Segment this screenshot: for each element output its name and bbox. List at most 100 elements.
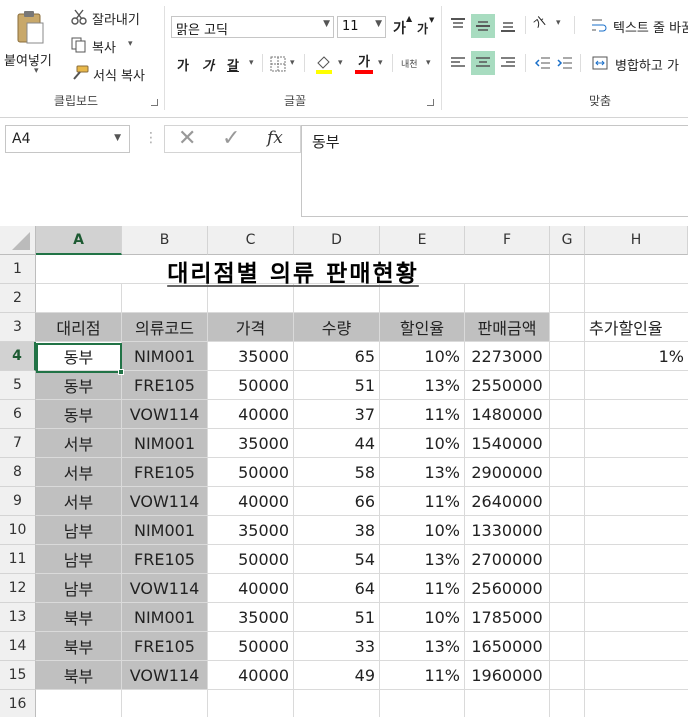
cell[interactable] [585, 516, 688, 545]
column-header-e[interactable]: E [380, 226, 465, 255]
cell[interactable] [122, 284, 208, 313]
table-cell[interactable]: 13% [380, 371, 465, 400]
table-cell[interactable]: 13% [380, 458, 465, 487]
increase-indent-icon[interactable] [555, 53, 575, 73]
table-cell[interactable]: 1480000 [465, 400, 550, 429]
table-cell[interactable]: VOW114 [122, 574, 208, 603]
row-header-15[interactable]: 15 [0, 661, 36, 690]
cell[interactable] [550, 545, 585, 574]
copy-icon[interactable] [70, 36, 88, 54]
table-cell[interactable]: 13% [380, 545, 465, 574]
font-color-icon[interactable]: 가 [352, 52, 376, 76]
italic-button[interactable]: 가 [202, 55, 214, 74]
column-header-a[interactable]: A [36, 226, 122, 255]
table-cell[interactable]: 51 [294, 371, 380, 400]
orientation-dropdown-icon[interactable]: ▾ [556, 18, 561, 28]
table-cell[interactable]: 40000 [208, 574, 294, 603]
cell[interactable] [585, 690, 688, 717]
table-cell[interactable]: VOW114 [122, 400, 208, 429]
cell[interactable] [208, 690, 294, 717]
cell[interactable] [294, 690, 380, 717]
cell[interactable] [550, 574, 585, 603]
name-box[interactable]: A4 ▼ [5, 125, 130, 153]
fill-color-dropdown-icon[interactable]: ▾ [338, 58, 343, 68]
copy-dropdown-icon[interactable]: ▾ [128, 39, 133, 49]
table-cell[interactable]: 51 [294, 603, 380, 632]
table-cell[interactable]: 50000 [208, 545, 294, 574]
column-header-f[interactable]: F [465, 226, 550, 255]
table-cell[interactable]: 1540000 [465, 429, 550, 458]
row-header-1[interactable]: 1 [0, 255, 36, 284]
table-cell[interactable]: 남부 [36, 574, 122, 603]
table-cell[interactable]: 1330000 [465, 516, 550, 545]
table-cell[interactable]: FRE105 [122, 458, 208, 487]
table-cell[interactable]: 50000 [208, 632, 294, 661]
column-header-c[interactable]: C [208, 226, 294, 255]
table-cell[interactable]: 북부 [36, 661, 122, 690]
table-cell[interactable]: 40000 [208, 400, 294, 429]
table-cell[interactable]: NIM001 [122, 429, 208, 458]
table-cell[interactable]: 35000 [208, 429, 294, 458]
cell[interactable] [585, 429, 688, 458]
table-cell[interactable]: 33 [294, 632, 380, 661]
cell[interactable] [380, 690, 465, 717]
align-bottom-icon[interactable] [497, 14, 519, 36]
cell[interactable] [550, 400, 585, 429]
borders-dropdown-icon[interactable]: ▾ [290, 58, 295, 68]
table-cell[interactable]: NIM001 [122, 603, 208, 632]
table-cell[interactable]: 2273000 [465, 342, 550, 371]
table-cell[interactable]: 38 [294, 516, 380, 545]
row-header-5[interactable]: 5 [0, 371, 36, 400]
table-cell[interactable]: NIM001 [122, 516, 208, 545]
cell[interactable] [550, 487, 585, 516]
cell[interactable] [550, 429, 585, 458]
table-cell[interactable]: 35000 [208, 342, 294, 371]
align-top-icon[interactable] [447, 14, 469, 36]
table-cell[interactable]: 서부 [36, 458, 122, 487]
table-cell[interactable]: 13% [380, 632, 465, 661]
table-cell[interactable]: 11% [380, 574, 465, 603]
table-cell[interactable]: 40000 [208, 487, 294, 516]
table-cell[interactable]: 1785000 [465, 603, 550, 632]
table-cell[interactable]: FRE105 [122, 545, 208, 574]
cancel-icon[interactable]: ✕ [178, 126, 196, 151]
extra-discount-value[interactable]: 1% [585, 342, 688, 371]
cell[interactable] [585, 284, 688, 313]
copy-button[interactable]: 복사 [92, 37, 116, 56]
grow-font-button[interactable]: 가 [393, 18, 406, 38]
insert-function-button[interactable]: fx [267, 128, 283, 148]
table-cell[interactable]: 북부 [36, 632, 122, 661]
cell[interactable] [550, 516, 585, 545]
table-cell[interactable]: 북부 [36, 603, 122, 632]
row-header-13[interactable]: 13 [0, 603, 36, 632]
cell[interactable] [550, 284, 585, 313]
format-painter-icon[interactable] [70, 64, 90, 82]
table-cell[interactable]: 2550000 [465, 371, 550, 400]
row-header-11[interactable]: 11 [0, 545, 36, 574]
table-cell[interactable]: 11% [380, 487, 465, 516]
table-cell[interactable]: 44 [294, 429, 380, 458]
table-cell[interactable]: 동부 [36, 400, 122, 429]
cut-button[interactable]: 잘라내기 [92, 9, 140, 28]
cell[interactable] [550, 255, 585, 284]
table-cell[interactable]: 50000 [208, 458, 294, 487]
row-header-16[interactable]: 16 [0, 690, 36, 717]
enter-icon[interactable]: ✓ [222, 126, 240, 151]
cell[interactable] [550, 661, 585, 690]
cell[interactable] [585, 574, 688, 603]
cell[interactable] [208, 284, 294, 313]
fill-handle[interactable] [118, 369, 124, 375]
table-cell[interactable]: 2700000 [465, 545, 550, 574]
table-cell[interactable]: 54 [294, 545, 380, 574]
row-header-10[interactable]: 10 [0, 516, 36, 545]
table-cell[interactable]: 10% [380, 516, 465, 545]
table-cell[interactable]: VOW114 [122, 661, 208, 690]
cell[interactable] [550, 632, 585, 661]
table-cell[interactable]: 1960000 [465, 661, 550, 690]
cell[interactable] [585, 400, 688, 429]
paste-icon[interactable] [13, 8, 47, 46]
row-header-7[interactable]: 7 [0, 429, 36, 458]
phonetic-dropdown-icon[interactable]: ▾ [426, 58, 431, 68]
cell[interactable] [465, 284, 550, 313]
sheet-title[interactable]: 대리점별 의류 판매현황 [37, 255, 549, 287]
